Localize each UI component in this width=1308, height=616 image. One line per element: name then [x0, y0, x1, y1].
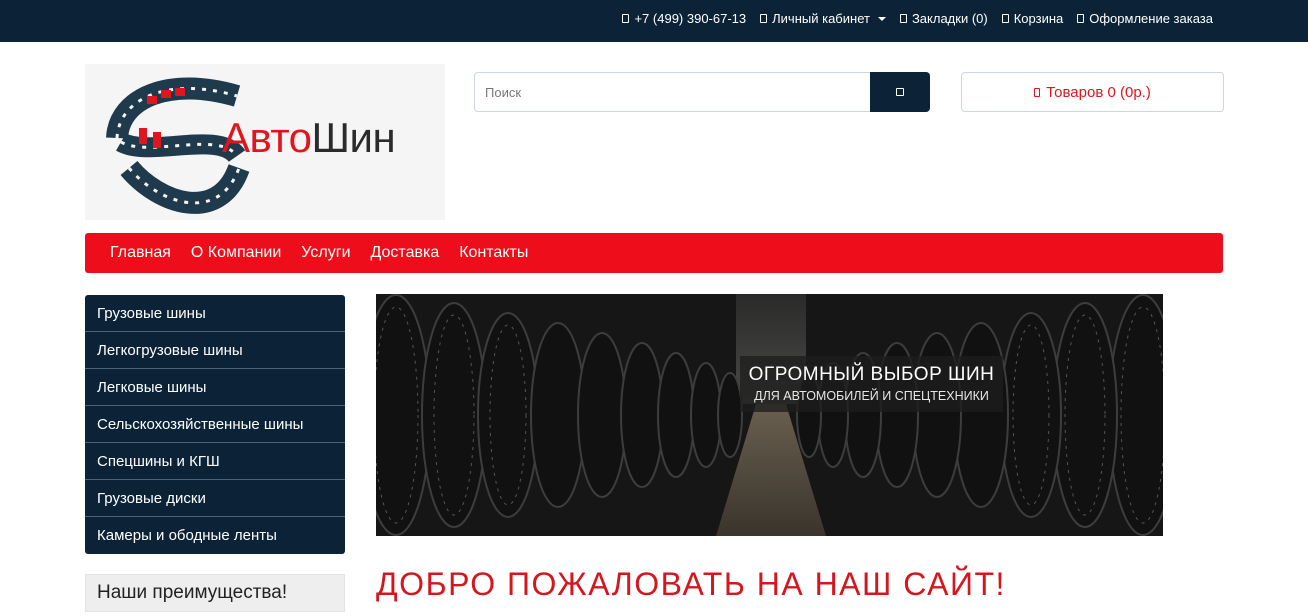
logo-word-part1: Авто: [222, 114, 312, 161]
banner-subline: ДЛЯ АВТОМОБИЛЕЙ И СПЕЦТЕХНИКИ: [754, 389, 989, 403]
search-icon: [895, 88, 904, 96]
shopping-cart-icon: [1001, 14, 1009, 23]
topbar-links: +7 (499) 390-67-13 Личный кабинет Заклад…: [622, 11, 1213, 26]
cart-total-label: Товаров 0 (0р.): [1046, 83, 1151, 101]
site-logo[interactable]: АвтоШин: [85, 64, 445, 220]
heart-icon: [899, 14, 907, 23]
menu-item-about[interactable]: О Компании: [181, 244, 291, 262]
search-bar: [474, 72, 930, 112]
search-input[interactable]: [474, 72, 870, 112]
welcome-heading: ДОБРО ПОЖАЛОВАТЬ НА НАШ САЙТ!: [376, 566, 1006, 602]
phone-label: +7 (499) 390-67-13: [634, 11, 747, 26]
search-button[interactable]: [870, 72, 930, 112]
category-item-agricultural-tires[interactable]: Сельскохозяйственные шины: [85, 406, 345, 443]
main-menu: Главная О Компании Услуги Доставка Конта…: [85, 233, 1223, 273]
category-item-truck-tires[interactable]: Грузовые шины: [85, 295, 345, 332]
category-item-truck-rims[interactable]: Грузовые диски: [85, 480, 345, 517]
menu-item-delivery[interactable]: Доставка: [361, 244, 450, 262]
category-item-tubes-flaps[interactable]: Камеры и ободные ленты: [85, 517, 345, 554]
checkout-link[interactable]: Оформление заказа: [1077, 11, 1213, 26]
category-item-special-tires[interactable]: Спецшины и КГШ: [85, 443, 345, 480]
cart-label: Корзина: [1013, 11, 1064, 26]
user-icon: [760, 14, 768, 23]
cart-link[interactable]: Корзина: [1001, 11, 1064, 26]
advantages-heading: Наши преимущества!: [85, 574, 345, 612]
category-item-light-truck-tires[interactable]: Легкогрузовые шины: [85, 332, 345, 369]
account-dropdown[interactable]: Личный кабинет: [760, 11, 886, 26]
menu-item-home[interactable]: Главная: [100, 244, 181, 262]
category-list: Грузовые шины Легкогрузовые шины Легковы…: [85, 295, 345, 554]
banner-caption: ОГРОМНЫЙ ВЫБОР ШИН ДЛЯ АВТОМОБИЛЕЙ И СПЕ…: [740, 356, 1003, 412]
logo-word-part2: Шин: [311, 114, 396, 161]
phone-link[interactable]: +7 (499) 390-67-13: [622, 11, 746, 26]
menu-item-contacts[interactable]: Контакты: [449, 244, 538, 262]
category-item-passenger-tires[interactable]: Легковые шины: [85, 369, 345, 406]
tire-warehouse-image: [376, 294, 1163, 536]
cart-button[interactable]: Товаров 0 (0р.): [961, 72, 1224, 112]
top-bar: +7 (499) 390-67-13 Личный кабинет Заклад…: [0, 0, 1308, 42]
banner-headline: ОГРОМНЫЙ ВЫБОР ШИН: [748, 364, 995, 385]
checkout-label: Оформление заказа: [1089, 11, 1213, 26]
menu-item-services[interactable]: Услуги: [291, 244, 360, 262]
logo-wordmark: АвтоШин: [222, 114, 396, 162]
bookmarks-label: Закладки (0): [911, 11, 988, 26]
promo-banner[interactable]: ОГРОМНЫЙ ВЫБОР ШИН ДЛЯ АВТОМОБИЛЕЙ И СПЕ…: [376, 294, 1163, 536]
shopping-cart-icon: [1034, 87, 1041, 97]
account-label: Личный кабинет: [772, 11, 870, 26]
share-icon: [1077, 14, 1085, 23]
phone-icon: [622, 14, 630, 23]
caret-down-icon: [877, 16, 886, 21]
bookmarks-link[interactable]: Закладки (0): [899, 11, 988, 26]
